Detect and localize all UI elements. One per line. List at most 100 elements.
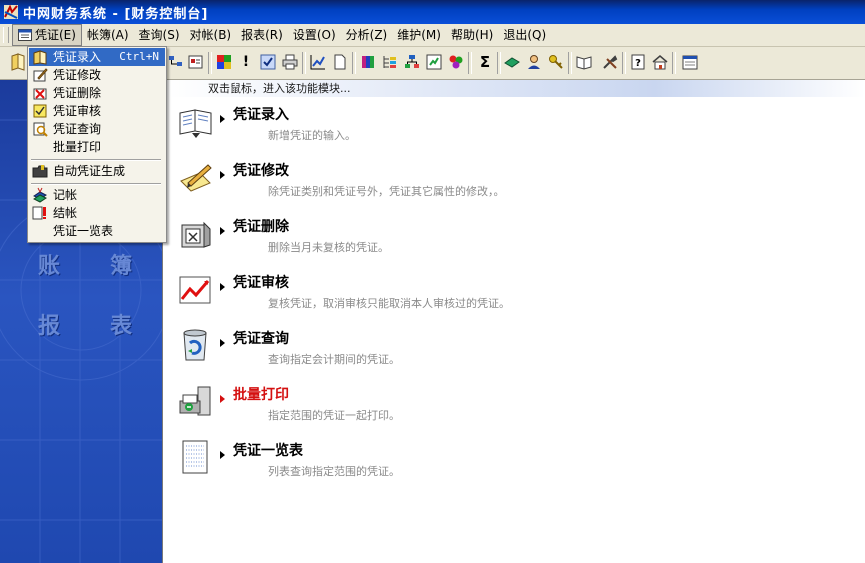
open-book-icon: [576, 56, 592, 70]
panel-glyph-ledger: 账: [38, 253, 61, 279]
toolbar-open-button[interactable]: [574, 52, 594, 72]
toolbar-list-tree-button[interactable]: [380, 52, 400, 72]
toolbar-help-button[interactable]: ?: [628, 52, 648, 72]
panel-glyph-report: 报: [38, 313, 61, 339]
key-icon: [549, 55, 563, 69]
dropdown-item-voucher-delete[interactable]: 凭证删除: [29, 84, 165, 102]
dropdown-item-voucher-query[interactable]: 凭证查询: [29, 120, 165, 138]
color-palette-icon: [217, 55, 231, 69]
exclamation-icon: !: [242, 54, 250, 70]
menu-reconcile[interactable]: 对帐(B): [185, 25, 237, 45]
tools-icon: [603, 55, 618, 69]
toolbar-sum-button[interactable]: Σ: [475, 52, 495, 72]
pencil-note-icon: [180, 164, 212, 192]
menu-maintenance[interactable]: 维护(M): [392, 25, 446, 45]
dropdown-item-voucher-audit[interactable]: 凭证审核: [29, 102, 165, 120]
menu-help[interactable]: 帮助(H): [446, 25, 498, 45]
dropdown-item-voucher-entry[interactable]: 凭证录入 Ctrl+N: [29, 48, 165, 66]
dropdown-item-label: 记帐: [53, 188, 78, 202]
toolbar-shapes-button[interactable]: [446, 52, 466, 72]
module-title: 凭证一览表: [233, 443, 303, 459]
module-description: 复核凭证，取消审核只能取消本人审核过的凭证。: [268, 297, 510, 310]
toolbar-separator: [622, 52, 626, 74]
checkbox-icon: [260, 54, 276, 70]
new-voucher-icon: [11, 53, 25, 71]
toolbar-ledger-button[interactable]: [502, 52, 522, 72]
dropdown-item-label: 批量打印: [53, 140, 102, 154]
menu-grip: [3, 27, 9, 43]
module-voucher-audit[interactable]: 凭证审核 复核凭证，取消审核只能取消本人审核过的凭证。: [164, 265, 864, 321]
panel-glyph-table: 表: [110, 313, 133, 339]
dropdown-item-close-account[interactable]: 结帐: [29, 204, 165, 222]
toolbar-window-button[interactable]: [424, 52, 444, 72]
toolbar-chart-button[interactable]: [308, 52, 328, 72]
window-menu-icon: [18, 29, 32, 41]
close-account-icon: [32, 206, 46, 220]
module-description: 除凭证类别和凭证号外，凭证其它属性的修改，。: [268, 185, 505, 198]
toolbar-separator: [468, 52, 472, 74]
module-description: 列表查询指定范围的凭证。: [268, 465, 400, 478]
printer-icon: [179, 386, 211, 416]
toolbar-properties-button[interactable]: [186, 52, 206, 72]
menu-exit[interactable]: 退出(Q): [498, 25, 551, 45]
recycle-bin-icon: [183, 329, 207, 361]
module-arrow-icon: [220, 115, 225, 123]
ledger-book-icon: [504, 57, 520, 68]
toolbar-calendar-button[interactable]: [680, 52, 700, 72]
menu-settings[interactable]: 设置(O): [288, 25, 341, 45]
module-list: 凭证录入 新增凭证的输入。 凭证修改 除凭证类别和凭证号外，凭证其它属性的修改，…: [164, 97, 865, 563]
dropdown-item-voucher-edit[interactable]: 凭证修改: [29, 66, 165, 84]
window-icon: [426, 54, 442, 70]
module-description: 指定范围的凭证一起打印。: [268, 409, 400, 422]
dropdown-item-batch-print[interactable]: 批量打印: [29, 138, 165, 156]
module-title: 凭证修改: [233, 163, 289, 179]
toolbar-separator: [497, 52, 501, 74]
toolbar-key-button[interactable]: [546, 52, 566, 72]
dropdown-item-auto-voucher[interactable]: 自动凭证生成: [29, 162, 165, 180]
menu-query[interactable]: 查询(S): [134, 25, 185, 45]
sigma-icon: Σ: [479, 53, 491, 71]
book-icon: [179, 109, 212, 138]
toolbar-tree-button[interactable]: [166, 52, 186, 72]
module-arrow-icon: [220, 339, 225, 347]
toolbar-user-button[interactable]: [524, 52, 544, 72]
dropdown-item-post[interactable]: 记帐: [29, 186, 165, 204]
toolbar-check-button[interactable]: [258, 52, 278, 72]
menu-voucher-label: 凭证(E): [35, 28, 76, 42]
module-voucher-list[interactable]: 凭证一览表 列表查询指定范围的凭证。: [164, 433, 864, 489]
module-title: 凭证查询: [233, 331, 289, 347]
menu-analysis[interactable]: 分析(Z): [341, 25, 393, 45]
toolbar-print-button[interactable]: [280, 52, 300, 72]
toolbar-document-button[interactable]: [330, 52, 350, 72]
module-batch-print[interactable]: 批量打印 指定范围的凭证一起打印。: [164, 377, 864, 433]
toolbar-tools-button[interactable]: [600, 52, 620, 72]
dropdown-item-voucher-list[interactable]: 凭证一览表: [29, 222, 165, 240]
dropdown-item-label: 凭证一览表: [53, 224, 114, 238]
module-title: 凭证审核: [233, 275, 289, 291]
module-voucher-edit[interactable]: 凭证修改 除凭证类别和凭证号外，凭证其它属性的修改，。: [164, 153, 864, 209]
dropdown-separator: [31, 159, 161, 161]
title-bar: 中网财务系统 - [财务控制台]: [0, 0, 865, 24]
voucher-dropdown-menu: 凭证录入 Ctrl+N 凭证修改 凭证删除 凭证审核 凭证查询 批量打印 自动凭…: [27, 46, 167, 243]
toolbar-new-voucher-button[interactable]: [8, 52, 28, 72]
toolbar-books-button[interactable]: [358, 52, 378, 72]
toolbar-color-button[interactable]: [214, 52, 234, 72]
menu-ledger[interactable]: 帐簿(A): [82, 25, 134, 45]
toolbar-alert-button[interactable]: !: [236, 52, 256, 72]
module-voucher-delete[interactable]: 凭证删除 删除当月未复核的凭证。: [164, 209, 864, 265]
dropdown-item-label: 自动凭证生成: [53, 164, 126, 178]
chart-icon: [310, 55, 325, 70]
panel-glyph-book: 簿: [110, 253, 133, 279]
toolbar-home-button[interactable]: [650, 52, 670, 72]
voucher-delete-icon: [33, 88, 47, 100]
module-voucher-query[interactable]: 凭证查询 查询指定会计期间的凭证。: [164, 321, 864, 377]
chart-trend-icon: [179, 276, 211, 304]
app-logo-icon: [4, 4, 18, 19]
folder-icon: [32, 165, 48, 178]
menu-bar: 凭证(E) 帐簿(A) 查询(S) 对帐(B) 报表(R) 设置(O) 分析(Z…: [0, 24, 865, 47]
toolbar-org-button[interactable]: [402, 52, 422, 72]
properties-icon: [188, 55, 203, 69]
menu-voucher[interactable]: 凭证(E): [12, 24, 82, 46]
module-voucher-entry[interactable]: 凭证录入 新增凭证的输入。: [164, 97, 864, 153]
menu-report[interactable]: 报表(R): [236, 25, 288, 45]
